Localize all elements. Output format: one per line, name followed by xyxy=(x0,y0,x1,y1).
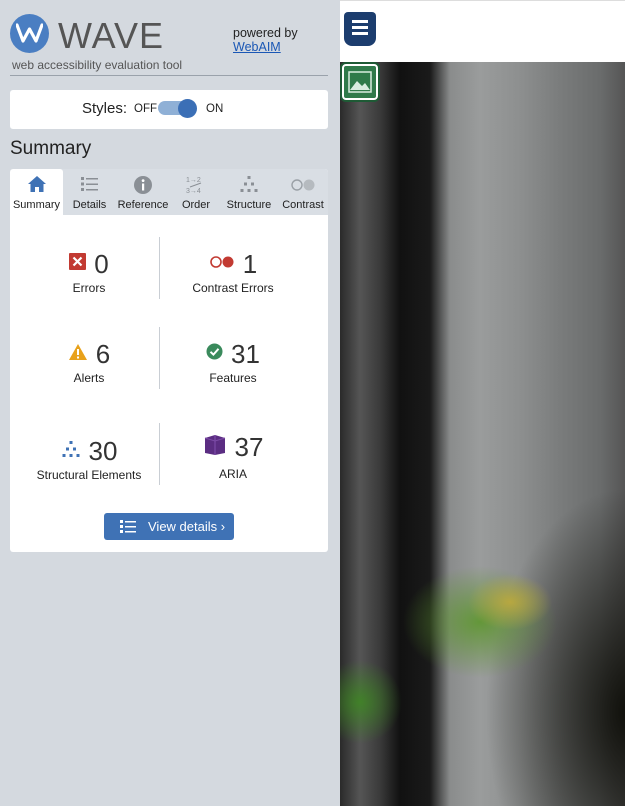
info-icon xyxy=(114,175,172,195)
image-feature-icon[interactable] xyxy=(342,64,378,100)
divider xyxy=(10,75,328,76)
view-details-label: View details › xyxy=(148,519,226,534)
menu-icon[interactable] xyxy=(344,12,376,46)
tab-bar: Summary Details Reference 1→2 3→4 Order xyxy=(10,169,328,215)
tab-contrast[interactable]: Contrast xyxy=(278,169,328,215)
features-summary[interactable]: 31 Features xyxy=(158,339,308,385)
tab-label: Structure xyxy=(226,199,272,211)
contrast-errors-label: Contrast Errors xyxy=(192,281,274,295)
structure-icon xyxy=(61,440,81,463)
wave-sidebar: WAVE web accessibility evaluation tool p… xyxy=(0,0,340,806)
tab-label: Reference xyxy=(117,199,169,211)
styles-label: Styles: xyxy=(82,100,128,117)
tab-details[interactable]: Details xyxy=(67,169,112,215)
contrast-error-icon xyxy=(209,255,235,274)
alerts-count: 6 xyxy=(95,338,111,369)
structural-label: Structural Elements xyxy=(36,468,142,482)
feature-icon xyxy=(206,343,223,365)
powered-by: powered by WebAIM xyxy=(233,26,298,54)
contrast-errors-summary[interactable]: 1 Contrast Errors xyxy=(158,248,308,296)
view-details-button[interactable]: View details › xyxy=(104,513,234,540)
aria-icon xyxy=(203,434,227,461)
evaluated-page xyxy=(340,0,625,806)
page-header xyxy=(340,0,625,62)
styles-on-label: ON xyxy=(206,103,224,115)
errors-count: 0 xyxy=(94,248,109,279)
aria-count: 37 xyxy=(234,431,264,462)
aria-label: ARIA xyxy=(218,467,247,481)
features-count: 31 xyxy=(231,338,260,369)
webaim-link[interactable]: WebAIM xyxy=(233,40,298,54)
alerts-summary[interactable]: 6 Alerts xyxy=(14,339,164,385)
contrast-icon xyxy=(278,175,328,195)
summary-panel: Summary Details Reference 1→2 3→4 Order xyxy=(10,169,328,552)
structural-summary[interactable]: 30 Structural Elements xyxy=(14,435,164,483)
styles-toggle-panel: Styles: OFF ON xyxy=(10,90,328,129)
svg-text:1→2: 1→2 xyxy=(186,177,201,184)
hero-image xyxy=(340,62,625,806)
home-icon xyxy=(10,175,63,195)
structure-icon xyxy=(222,175,276,195)
logo-tagline: web accessibility evaluation tool xyxy=(12,58,183,72)
tab-label: Summary xyxy=(12,199,61,211)
error-icon xyxy=(69,253,87,275)
tab-reference[interactable]: Reference xyxy=(114,169,172,215)
powered-by-label: powered by xyxy=(233,26,298,40)
contrast-errors-count: 1 xyxy=(242,248,258,279)
tab-structure[interactable]: Structure xyxy=(222,169,276,215)
alerts-label: Alerts xyxy=(73,371,105,385)
aria-summary[interactable]: 37 ARIA xyxy=(158,429,308,481)
tab-order[interactable]: 1→2 3→4 Order xyxy=(174,169,218,215)
order-icon: 1→2 3→4 xyxy=(174,175,218,195)
list-icon xyxy=(120,519,136,537)
errors-summary[interactable]: 0 Errors xyxy=(14,249,164,295)
errors-label: Errors xyxy=(72,281,106,295)
tab-summary[interactable]: Summary xyxy=(10,169,63,215)
tab-label: Order xyxy=(181,199,211,211)
styles-off-label: OFF xyxy=(134,103,157,115)
tab-label: Contrast xyxy=(282,199,324,211)
structural-count: 30 xyxy=(88,435,118,466)
section-title: Summary xyxy=(10,138,92,159)
styles-toggle-knob[interactable] xyxy=(178,99,197,118)
list-icon xyxy=(67,175,112,195)
wave-logo-icon xyxy=(10,14,49,53)
features-label: Features xyxy=(209,371,257,385)
logo-wordmark: WAVE xyxy=(58,15,165,56)
wave-logo: WAVE web accessibility evaluation tool p… xyxy=(10,14,330,72)
tab-label: Details xyxy=(72,199,107,211)
alert-icon xyxy=(68,343,88,366)
svg-text:3→4: 3→4 xyxy=(186,188,201,195)
